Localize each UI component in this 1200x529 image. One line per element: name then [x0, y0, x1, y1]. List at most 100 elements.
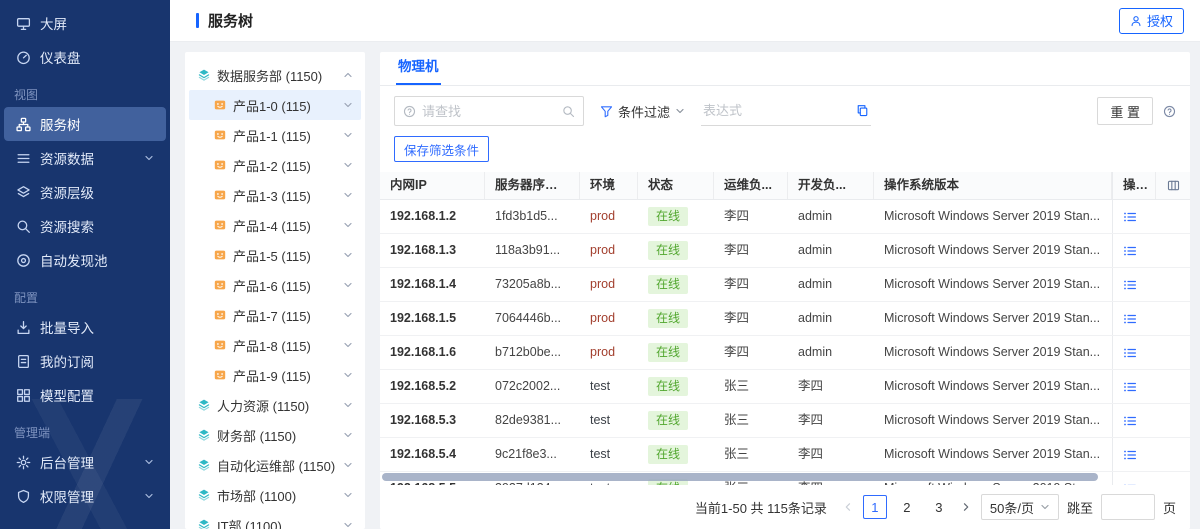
table-row[interactable]: 192.168.1.4 73205a8b... prod 在线 李四 admin… [380, 268, 1190, 302]
row-actions-icon[interactable] [1123, 414, 1137, 428]
dept-icon [197, 458, 211, 472]
page-size-value: 50条/页 [990, 498, 1034, 517]
tree-node[interactable]: 产品1-9 (115) [189, 360, 361, 390]
tree-node[interactable]: 财务部 (1150) [189, 420, 361, 450]
tree-node[interactable]: 产品1-8 (115) [189, 330, 361, 360]
cell-serial: 072c2002... [485, 370, 580, 403]
cell-status: 在线 [638, 200, 714, 233]
sidebar-item-label: 模型配置 [40, 385, 94, 405]
pool-icon [16, 253, 31, 268]
tree-node[interactable]: 自动化运维部 (1150) [189, 450, 361, 480]
page-header: 服务树 授权 [170, 0, 1200, 42]
sidebar-nav: 大屏 仪表盘 视图 服务树 资源数据 资源层级 资源搜索 自动发现池 配置 批量… [0, 6, 170, 513]
horizontal-scrollbar-thumb[interactable] [382, 473, 1098, 481]
table-row[interactable]: 192.168.1.6 b712b0be... prod 在线 李四 admin… [380, 336, 1190, 370]
chevron-up-icon [343, 70, 353, 80]
sidebar-item-model-config[interactable]: 模型配置 [4, 378, 166, 412]
product-icon [213, 338, 227, 352]
sidebar-item-big-screen[interactable]: 大屏 [4, 6, 166, 40]
sidebar-item-auto-discovery-pool[interactable]: 自动发现池 [4, 243, 166, 277]
sidebar-item-resource-hierarchy[interactable]: 资源层级 [4, 175, 166, 209]
cell-ops-owner: 李四 [714, 336, 788, 369]
condition-filter-dropdown[interactable]: 条件过滤 [600, 102, 685, 121]
gear-icon [16, 455, 31, 470]
sidebar-item-batch-import[interactable]: 批量导入 [4, 310, 166, 344]
row-actions-icon[interactable] [1123, 380, 1137, 394]
sidebar-item-my-subscriptions[interactable]: 我的订阅 [4, 344, 166, 378]
expression-input[interactable] [703, 103, 850, 118]
cell-os-version: Microsoft Windows Server 2019 Stan... [874, 234, 1112, 267]
person-icon [1130, 15, 1142, 27]
jump-page-input[interactable] [1101, 494, 1155, 520]
reset-button[interactable]: 重 置 [1097, 97, 1153, 125]
search-icon[interactable] [562, 105, 575, 118]
page-number-button[interactable]: 2 [895, 495, 919, 519]
search-input[interactable] [422, 104, 556, 119]
table-row[interactable]: 192.168.1.2 1fd3b1d5... prod 在线 李四 admin… [380, 200, 1190, 234]
sidebar-item-permission-admin[interactable]: 权限管理 [4, 479, 166, 513]
chevron-down-icon [343, 400, 353, 410]
sidebar-item-label: 资源数据 [40, 148, 94, 168]
tree-node-label: 产品1-9 (115) [233, 366, 311, 385]
table-row[interactable]: 192.168.1.5 7064446b... prod 在线 李四 admin… [380, 302, 1190, 336]
tree-node-label: 产品1-8 (115) [233, 336, 311, 355]
product-icon [213, 278, 227, 292]
chevron-down-icon [343, 460, 353, 470]
tree-node[interactable]: IT部 (1100) [189, 510, 361, 529]
table-row[interactable]: 192.168.5.2 072c2002... test 在线 张三 李四 Mi… [380, 370, 1190, 404]
tree-node[interactable]: 人力资源 (1150) [189, 390, 361, 420]
tree-node[interactable]: 市场部 (1100) [189, 480, 361, 510]
tree-node-label: 人力资源 (1150) [217, 396, 309, 415]
tree-node-label: 数据服务部 (1150) [217, 66, 322, 85]
row-actions-icon[interactable] [1123, 278, 1137, 292]
authorize-button[interactable]: 授权 [1119, 8, 1184, 34]
page-size-select[interactable]: 50条/页 [981, 494, 1059, 520]
cell-os-version: Microsoft Windows Server 2019 Stan... [874, 200, 1112, 233]
tree-node-label: 产品1-0 (115) [233, 96, 311, 115]
cell-spacer [1156, 438, 1190, 471]
tree-node-selected[interactable]: 产品1-0 (115) [189, 90, 361, 120]
tree-node[interactable]: 产品1-3 (115) [189, 180, 361, 210]
row-actions-icon[interactable] [1123, 210, 1137, 224]
dept-icon [197, 518, 211, 529]
tree-node[interactable]: 数据服务部 (1150) [189, 60, 361, 90]
row-actions-icon[interactable] [1123, 244, 1137, 258]
copy-icon[interactable] [856, 104, 869, 117]
save-filter-button[interactable]: 保存筛选条件 [394, 136, 489, 162]
sidebar-item-backend-admin[interactable]: 后台管理 [4, 445, 166, 479]
sidebar-item-resource-data[interactable]: 资源数据 [4, 141, 166, 175]
shield-icon [16, 489, 31, 504]
table-row[interactable]: 192.168.1.3 118a3b91... prod 在线 李四 admin… [380, 234, 1190, 268]
row-actions-icon[interactable] [1123, 346, 1137, 360]
column-settings-icon[interactable] [1167, 179, 1180, 192]
table-row[interactable]: 192.168.5.3 82de9381... test 在线 张三 李四 Mi… [380, 404, 1190, 438]
sidebar-item-dashboard[interactable]: 仪表盘 [4, 40, 166, 74]
sidebar-item-service-tree[interactable]: 服务树 [4, 107, 166, 141]
page-number-button[interactable]: 3 [927, 495, 951, 519]
cell-os-version: Microsoft Windows Server 2019 Stan... [874, 336, 1112, 369]
column-header-status: 状态 [638, 172, 714, 199]
tree-node[interactable]: 产品1-7 (115) [189, 300, 361, 330]
app-window: 大屏 仪表盘 视图 服务树 资源数据 资源层级 资源搜索 自动发现池 配置 批量… [0, 0, 1200, 529]
tree-node[interactable]: 产品1-6 (115) [189, 270, 361, 300]
prev-page-button[interactable] [841, 502, 855, 512]
row-actions-icon[interactable] [1123, 448, 1137, 462]
next-page-button[interactable] [959, 502, 973, 512]
dept-icon [197, 398, 211, 412]
row-actions-icon[interactable] [1123, 312, 1137, 326]
cell-intranet-ip: 192.168.1.6 [380, 336, 485, 369]
cell-dev-owner: admin [788, 268, 874, 301]
tree-node[interactable]: 产品1-1 (115) [189, 120, 361, 150]
help-icon[interactable] [1163, 105, 1176, 118]
cell-intranet-ip: 192.168.5.4 [380, 438, 485, 471]
table-row[interactable]: 192.168.5.4 9c21f8e3... test 在线 张三 李四 Mi… [380, 438, 1190, 472]
sidebar-item-resource-search[interactable]: 资源搜索 [4, 209, 166, 243]
tree-node[interactable]: 产品1-4 (115) [189, 210, 361, 240]
tree-node[interactable]: 产品1-2 (115) [189, 150, 361, 180]
title-accent-bar [196, 13, 199, 28]
tree-node[interactable]: 产品1-5 (115) [189, 240, 361, 270]
chevron-down-icon [144, 153, 154, 163]
tab-physical-machine[interactable]: 物理机 [396, 55, 441, 85]
cell-actions [1112, 268, 1156, 301]
page-number-button-current[interactable]: 1 [863, 495, 887, 519]
